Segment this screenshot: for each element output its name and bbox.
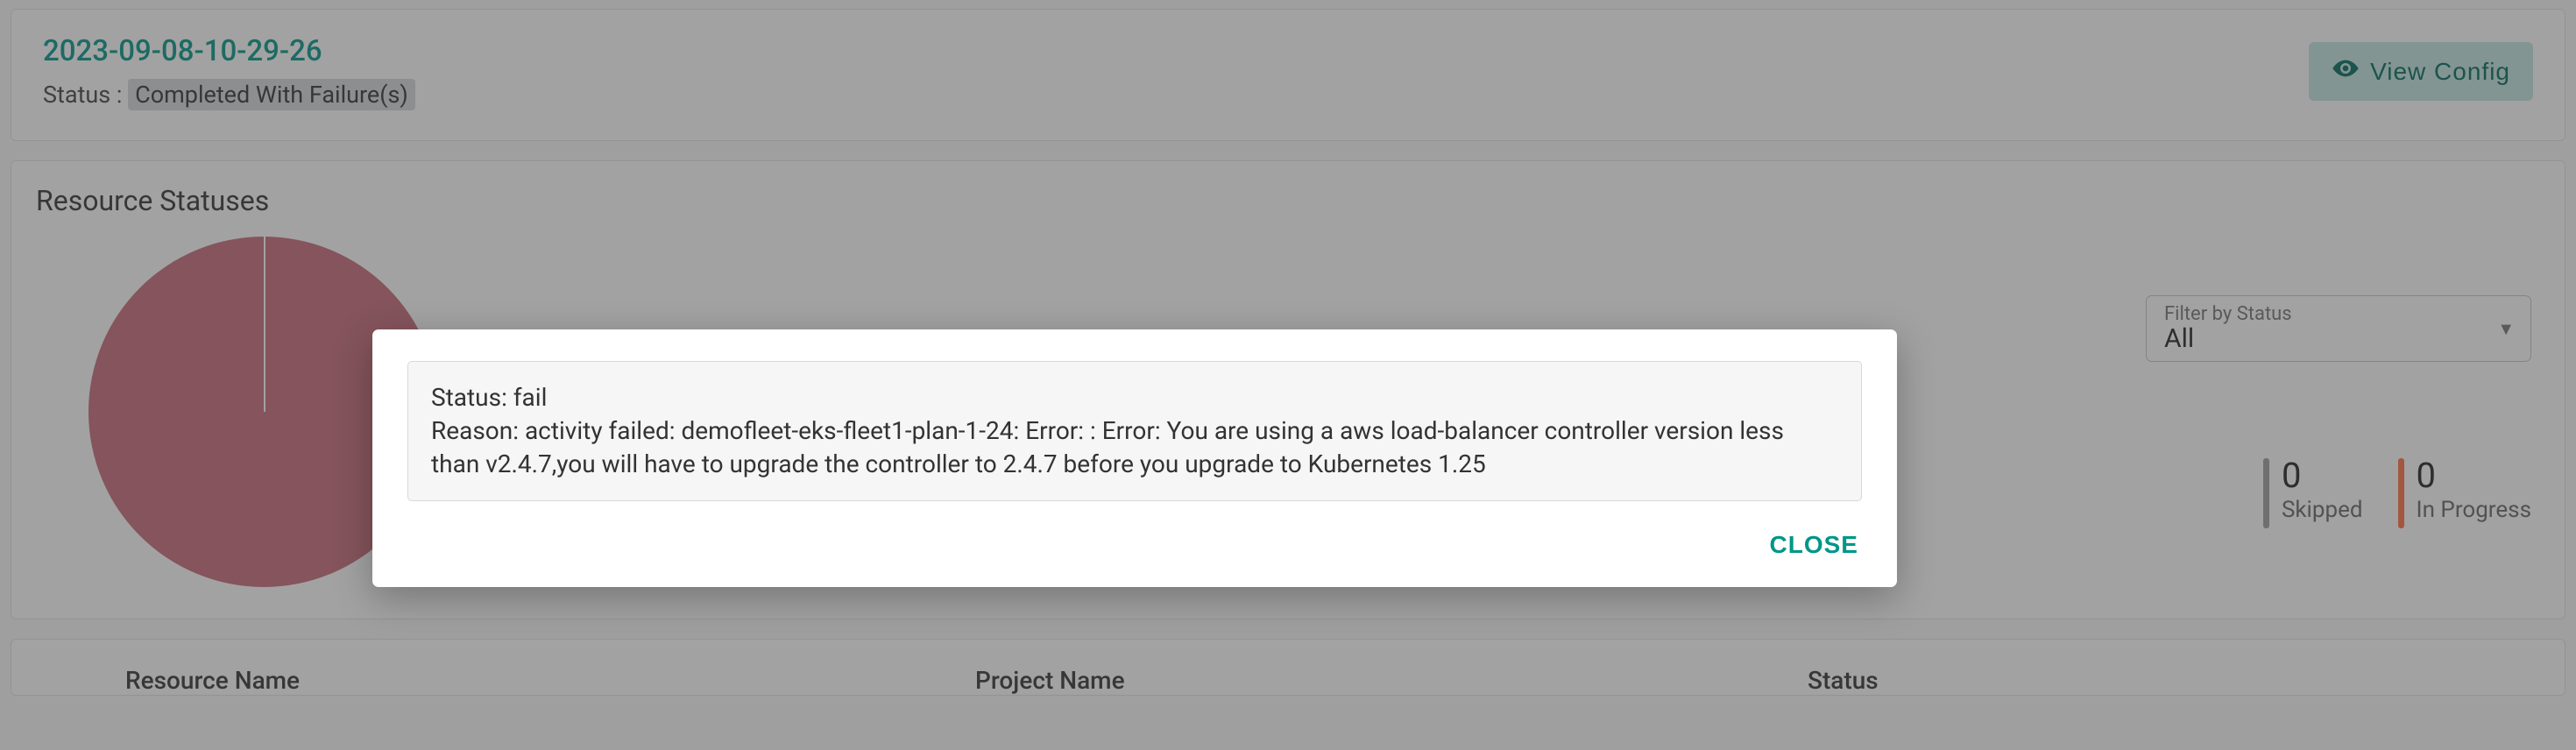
modal-status-line: Status: fail — [431, 381, 1838, 414]
close-button[interactable]: CLOSE — [1766, 524, 1862, 566]
modal-overlay[interactable]: Status: fail Reason: activity failed: de… — [0, 0, 2576, 750]
modal-reason-line: Reason: activity failed: demofleet-eks-f… — [431, 414, 1838, 481]
error-detail-modal: Status: fail Reason: activity failed: de… — [372, 329, 1897, 586]
error-message-box: Status: fail Reason: activity failed: de… — [407, 361, 1862, 500]
modal-actions: CLOSE — [407, 524, 1862, 566]
